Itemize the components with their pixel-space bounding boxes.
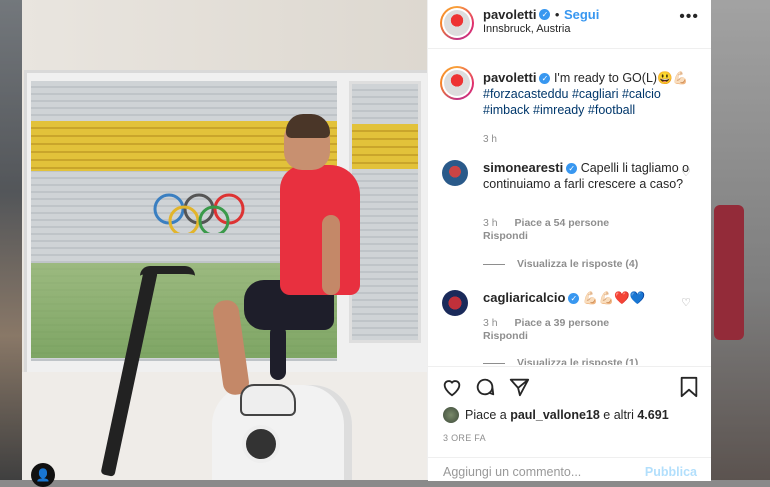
post-side-panel: pavoletti ✓ • Segui Innsbruck, Austria ••… bbox=[427, 0, 711, 481]
follow-button[interactable]: Segui bbox=[564, 7, 599, 22]
verified-icon: ✓ bbox=[539, 9, 551, 21]
liked-by[interactable]: Piace a paul_vallone18 e altri 4.691 bbox=[443, 407, 669, 423]
liker-username[interactable]: paul_vallone18 bbox=[510, 408, 600, 422]
comment-like-icon[interactable]: ♡ bbox=[681, 166, 691, 179]
more-options-icon[interactable]: ••• bbox=[679, 8, 699, 26]
add-comment-bar: Aggiungi un commento... Pubblica bbox=[428, 457, 711, 482]
comment-likes[interactable]: Piace a 54 persone bbox=[515, 217, 610, 229]
post-timestamp[interactable]: 3 ORE FA bbox=[443, 433, 486, 443]
post-caption: pavoletti ✓ I'm ready to GO(L)😃💪🏻 #forzac… bbox=[483, 70, 703, 148]
share-icon[interactable] bbox=[507, 375, 531, 399]
likes-count[interactable]: 4.691 bbox=[637, 408, 668, 422]
comment-username[interactable]: simonearesti bbox=[483, 160, 563, 175]
comment-meta: 3 h Piace a 54 persone bbox=[483, 217, 609, 229]
comment-time[interactable]: 3 h bbox=[483, 317, 498, 329]
bookmark-icon[interactable] bbox=[677, 375, 701, 399]
post-actions: Piace a paul_vallone18 e altri 4.691 3 O… bbox=[428, 366, 711, 481]
verified-icon: ✓ bbox=[539, 73, 551, 85]
user-tag-icon[interactable]: 👤 bbox=[31, 463, 55, 487]
caption-username[interactable]: pavoletti bbox=[483, 70, 536, 85]
comment-like-icon[interactable]: ♡ bbox=[681, 296, 691, 309]
liker-avatar bbox=[443, 407, 459, 423]
comment-text: 💪🏻💪🏻❤️💙 bbox=[582, 291, 646, 305]
post-header: pavoletti ✓ • Segui Innsbruck, Austria ••… bbox=[428, 0, 711, 49]
publish-button[interactable]: Pubblica bbox=[645, 465, 697, 479]
comment-meta: 3 h Piace a 39 persone bbox=[483, 317, 609, 329]
caption-avatar[interactable] bbox=[440, 66, 474, 100]
post-photo[interactable] bbox=[22, 0, 427, 480]
reply-button[interactable]: Rispondi bbox=[483, 330, 528, 342]
comment-likes[interactable]: Piace a 39 persone bbox=[515, 317, 610, 329]
caption-hashtags-1[interactable]: #forzacasteddu #cagliari #calcio bbox=[483, 87, 661, 101]
verified-icon: ✓ bbox=[568, 293, 580, 305]
comment-item: cagliaricalcio ✓ 💪🏻💪🏻❤️💙 bbox=[483, 290, 693, 306]
caption-text: I'm ready to GO(L)😃💪🏻 bbox=[553, 71, 689, 85]
author-username[interactable]: pavoletti bbox=[483, 7, 536, 22]
comment-avatar[interactable] bbox=[442, 290, 468, 316]
caption-hashtags-2[interactable]: #imback #imready #football bbox=[483, 103, 635, 117]
post-location[interactable]: Innsbruck, Austria bbox=[483, 23, 570, 35]
comment-item: simonearesti ✓ Capelli li tagliamo o cont… bbox=[483, 160, 693, 192]
comment-input[interactable]: Aggiungi un commento... bbox=[443, 465, 581, 479]
author-avatar[interactable] bbox=[440, 6, 474, 40]
caption-time[interactable]: 3 h bbox=[483, 132, 703, 148]
comment-username[interactable]: cagliaricalcio bbox=[483, 290, 565, 305]
heart-icon[interactable] bbox=[440, 375, 464, 399]
comment-avatar[interactable] bbox=[442, 160, 468, 186]
reply-button[interactable]: Rispondi bbox=[483, 230, 528, 242]
comment-time[interactable]: 3 h bbox=[483, 217, 498, 229]
view-replies-button[interactable]: Visualizza le risposte (1) bbox=[483, 357, 638, 365]
view-replies-button[interactable]: Visualizza le risposte (4) bbox=[483, 258, 638, 270]
verified-icon: ✓ bbox=[566, 163, 578, 175]
comment-icon[interactable] bbox=[473, 375, 497, 399]
